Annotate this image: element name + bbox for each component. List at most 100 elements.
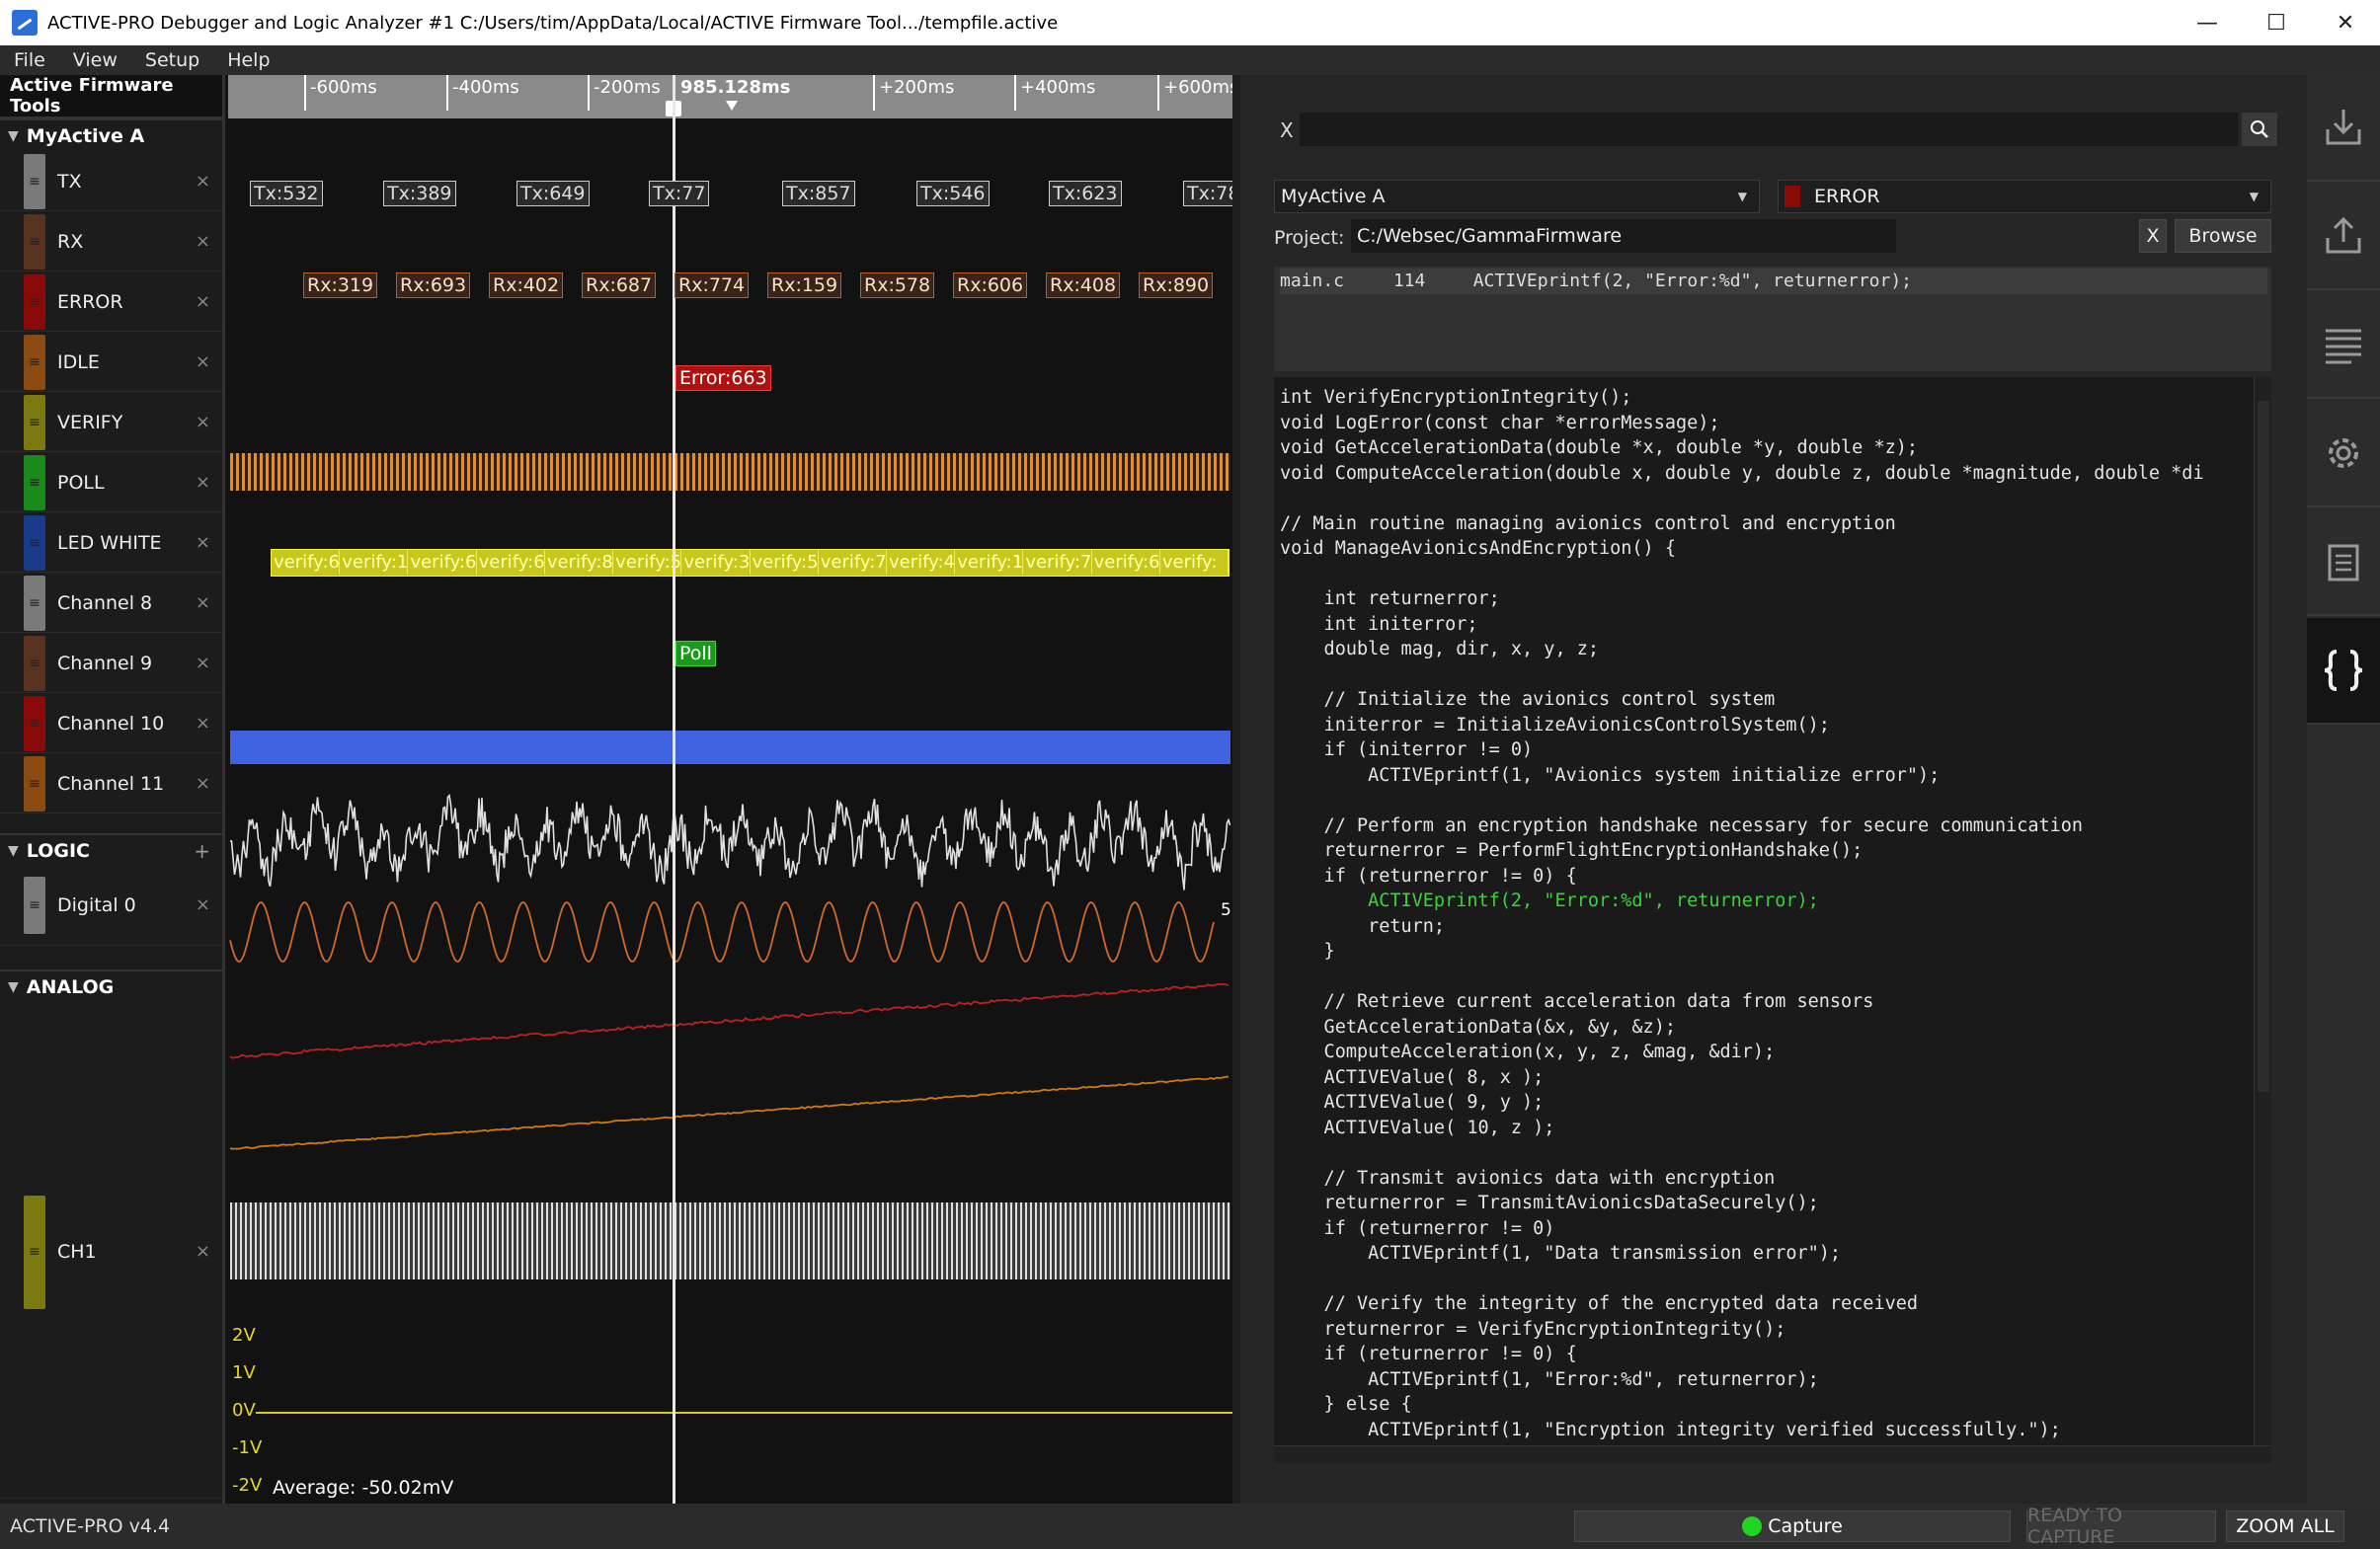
remove-channel-icon[interactable]: ×: [196, 171, 210, 192]
remove-channel-icon[interactable]: ×: [196, 291, 210, 312]
rx-tag[interactable]: Rx:319: [303, 272, 378, 298]
gear-icon[interactable]: [2307, 401, 2380, 507]
capture-button[interactable]: Capture: [1574, 1510, 2011, 1542]
remove-channel-icon[interactable]: ×: [196, 592, 210, 613]
collapse-triangle-icon[interactable]: ▼: [8, 843, 19, 859]
channel-row[interactable]: ≡ Channel 9 ×: [0, 634, 222, 693]
braces-icon[interactable]: [2307, 618, 2380, 725]
minimize-button[interactable]: —: [2173, 0, 2242, 45]
waveform-view[interactable]: -600ms -400ms -200ms 985.128ms +200ms +4…: [228, 75, 1232, 1504]
tx-tag[interactable]: Tx:649: [516, 181, 590, 206]
channel-8-trace: [229, 793, 1231, 891]
ready-to-capture-button[interactable]: READY TO CAPTURE: [2026, 1505, 2216, 1548]
drag-handle-icon[interactable]: ≡: [24, 154, 45, 209]
drag-handle-icon[interactable]: ≡: [24, 515, 45, 571]
group-header-logic[interactable]: ▼ LOGIC +: [0, 833, 222, 867]
project-clear-button[interactable]: X: [2139, 219, 2167, 253]
code-vertical-scrollbar[interactable]: [2254, 377, 2271, 1447]
channel-row[interactable]: ≡ IDLE ×: [0, 333, 222, 392]
device-select[interactable]: MyActive A ▼: [1274, 180, 1760, 213]
remove-channel-icon[interactable]: ×: [196, 412, 210, 432]
tx-tag[interactable]: Tx:77: [649, 181, 710, 206]
drag-handle-icon[interactable]: ≡: [24, 274, 45, 330]
download-icon[interactable]: [2307, 75, 2380, 182]
code-editor[interactable]: int VerifyEncryptionIntegrity(); void Lo…: [1274, 377, 2271, 1463]
upload-icon[interactable]: [2307, 184, 2380, 290]
channel-label: Digital 0: [57, 893, 136, 916]
close-button[interactable]: ✕: [2311, 0, 2380, 45]
drag-handle-icon[interactable]: ≡: [24, 395, 45, 450]
menu-view[interactable]: View: [59, 49, 131, 71]
channel-11-trace: [229, 1075, 1230, 1150]
remove-channel-icon[interactable]: ×: [196, 532, 210, 553]
channel-select[interactable]: ERROR ▼: [1778, 180, 2271, 213]
channel-row[interactable]: ≡ RX ×: [0, 212, 222, 271]
rx-tag[interactable]: Rx:774: [674, 272, 750, 298]
group-header-analog[interactable]: ▼ ANALOG: [0, 969, 222, 1003]
rx-tag[interactable]: Rx:693: [396, 272, 471, 298]
remove-channel-icon[interactable]: ×: [196, 351, 210, 372]
code-horizontal-scrollbar[interactable]: [1274, 1445, 2271, 1463]
tx-tag[interactable]: Tx:532: [250, 181, 323, 206]
channel-row[interactable]: ≡ Channel 8 ×: [0, 574, 222, 633]
channel-row[interactable]: ≡ CH1 ×: [0, 1005, 222, 1499]
remove-channel-icon[interactable]: ×: [196, 713, 210, 734]
drag-handle-icon[interactable]: ≡: [24, 335, 45, 390]
drag-handle-icon[interactable]: ≡: [24, 576, 45, 631]
remove-channel-icon[interactable]: ×: [196, 231, 210, 252]
drag-handle-icon[interactable]: ≡: [24, 756, 45, 812]
rx-tag[interactable]: Rx:606: [953, 272, 1028, 298]
clipboard-icon[interactable]: [2307, 509, 2380, 616]
channel-row[interactable]: ≡ Channel 10 ×: [0, 694, 222, 753]
drag-handle-icon[interactable]: ≡: [24, 455, 45, 510]
channel-row[interactable]: ≡ ERROR ×: [0, 272, 222, 332]
drag-handle-icon[interactable]: ≡: [24, 636, 45, 691]
tx-tag[interactable]: Tx:857: [782, 181, 855, 206]
remove-channel-icon[interactable]: ×: [196, 894, 210, 915]
channel-row[interactable]: ≡ TX ×: [0, 152, 222, 211]
menu-help[interactable]: Help: [213, 49, 283, 71]
tx-tag[interactable]: Tx:623: [1049, 181, 1122, 206]
remove-channel-icon[interactable]: ×: [196, 472, 210, 493]
rx-tag[interactable]: Rx:578: [860, 272, 935, 298]
channel-row[interactable]: ≡ POLL ×: [0, 453, 222, 512]
search-input[interactable]: [1300, 113, 2238, 146]
search-icon[interactable]: [2242, 113, 2277, 146]
remove-channel-icon[interactable]: ×: [196, 653, 210, 673]
channel-row[interactable]: ≡ Channel 11 ×: [0, 754, 222, 813]
drag-handle-icon[interactable]: ≡: [24, 1195, 45, 1309]
rx-tag[interactable]: Rx:402: [489, 272, 564, 298]
drag-handle-icon[interactable]: ≡: [24, 214, 45, 270]
rx-tag[interactable]: Rx:159: [767, 272, 842, 298]
add-channel-icon[interactable]: +: [194, 839, 210, 863]
maximize-button[interactable]: ☐: [2242, 0, 2311, 45]
tx-tag[interactable]: Tx:78: [1183, 181, 1232, 206]
rx-tag[interactable]: Rx:890: [1139, 272, 1214, 298]
zoom-all-button[interactable]: ZOOM ALL: [2226, 1510, 2344, 1542]
list-icon[interactable]: [2307, 292, 2380, 399]
group-title: LOGIC: [26, 840, 90, 862]
project-path-field[interactable]: C:/Websec/GammaFirmware: [1351, 219, 1896, 253]
drag-handle-icon[interactable]: ≡: [24, 696, 45, 751]
message-list[interactable]: main.c 114 ACTIVEprintf(2, "Error:%d", r…: [1274, 267, 2271, 371]
message-row[interactable]: main.c 114 ACTIVEprintf(2, "Error:%d", r…: [1280, 269, 2267, 294]
scroll-thumb[interactable]: [2258, 401, 2269, 1092]
menu-setup[interactable]: Setup: [131, 49, 213, 71]
tx-tag[interactable]: Tx:546: [916, 181, 990, 206]
browse-button[interactable]: Browse: [2175, 219, 2271, 253]
collapse-triangle-icon[interactable]: ▼: [8, 128, 19, 144]
group-header-myactive[interactable]: ▼ MyActive A: [0, 118, 222, 152]
panel-splitter[interactable]: [1232, 75, 1240, 1504]
search-clear-button[interactable]: X: [1280, 118, 1294, 142]
tx-tag[interactable]: Tx:389: [383, 181, 456, 206]
rx-tag[interactable]: Rx:408: [1046, 272, 1121, 298]
drag-handle-icon[interactable]: ≡: [24, 877, 45, 934]
menu-file[interactable]: File: [0, 49, 59, 71]
channel-row[interactable]: ≡ Digital 0 ×: [0, 865, 222, 946]
collapse-triangle-icon[interactable]: ▼: [8, 979, 19, 995]
channel-row[interactable]: ≡ LED WHITE ×: [0, 513, 222, 573]
remove-channel-icon[interactable]: ×: [196, 773, 210, 794]
channel-row[interactable]: ≡ VERIFY ×: [0, 393, 222, 452]
rx-tag[interactable]: Rx:687: [582, 272, 657, 298]
remove-channel-icon[interactable]: ×: [196, 1241, 210, 1262]
